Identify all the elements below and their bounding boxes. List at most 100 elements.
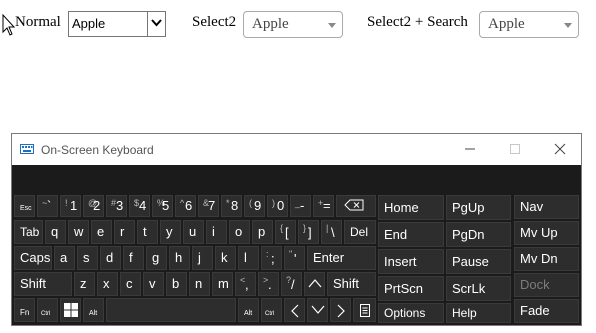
key-pause[interactable]: Pause xyxy=(446,249,511,274)
key-home[interactable]: Home xyxy=(378,195,444,220)
key-pgup[interactable]: PgUp xyxy=(446,195,511,220)
key-c[interactable]: c xyxy=(120,272,141,296)
window-titlebar[interactable]: On-Screen Keyboard xyxy=(12,134,581,165)
key-l[interactable]: l xyxy=(238,246,259,270)
move-up-button[interactable]: Mv Up xyxy=(514,221,579,245)
key-e[interactable]: e xyxy=(91,220,112,244)
key-2[interactable]: @2 xyxy=(83,195,104,217)
key-8[interactable]: * 8 xyxy=(221,195,242,217)
key-6[interactable]: ^ 6 xyxy=(175,195,196,217)
key-y[interactable]: y xyxy=(160,220,181,244)
key-comma[interactable]: <, xyxy=(235,272,256,296)
key-1[interactable]: ! 1 xyxy=(60,195,81,217)
options-button[interactable]: Options xyxy=(378,303,444,323)
key-scrlk[interactable]: ScrLk xyxy=(446,276,511,301)
key-right[interactable] xyxy=(330,298,351,322)
key-label: z xyxy=(80,276,87,291)
key-alt-left[interactable]: Alt xyxy=(83,298,104,322)
key-b[interactable]: b xyxy=(166,272,187,296)
key-space[interactable] xyxy=(106,298,236,322)
move-down-button[interactable]: Mv Dn xyxy=(514,247,579,271)
key-n[interactable]: n xyxy=(189,272,210,296)
key-prtscn[interactable]: PrtScn xyxy=(378,276,444,301)
help-button[interactable]: Help xyxy=(446,303,511,323)
key-5[interactable]: % 5 xyxy=(152,195,173,217)
key-menu[interactable] xyxy=(353,298,376,322)
select2-search-value: Apple xyxy=(488,16,525,32)
key-backslash[interactable]: | \ xyxy=(321,220,342,244)
key-backspace[interactable] xyxy=(336,195,376,217)
key-a[interactable]: a xyxy=(54,246,75,270)
key-d[interactable]: d xyxy=(100,246,121,270)
key-label: s xyxy=(83,250,90,265)
minimize-icon[interactable] xyxy=(461,140,479,158)
key-label: Esc xyxy=(20,205,32,212)
key-semicolon[interactable]: :; xyxy=(261,246,282,270)
key-p[interactable]: p xyxy=(252,220,273,244)
key-windows[interactable] xyxy=(60,298,81,322)
key-i[interactable]: i xyxy=(206,220,227,244)
key-j[interactable]: j xyxy=(192,246,213,270)
key-label: l xyxy=(244,250,247,265)
key-u[interactable]: u xyxy=(183,220,204,244)
key-quote[interactable]: " ' xyxy=(284,246,305,270)
nav-button[interactable]: Nav xyxy=(514,195,579,219)
key-x[interactable]: x xyxy=(97,272,118,296)
key-ctrl-right[interactable]: Ctrl xyxy=(261,298,282,322)
key-caps[interactable]: Caps xyxy=(14,246,52,270)
normal-select[interactable]: Apple xyxy=(68,11,166,37)
key-9[interactable]: (9 xyxy=(244,195,265,217)
key-slash[interactable]: ? / xyxy=(281,272,302,296)
fade-button[interactable]: Fade xyxy=(514,299,579,323)
key-end[interactable]: End xyxy=(378,222,444,247)
key-shift-right[interactable]: Shift xyxy=(327,272,376,296)
key-period[interactable]: >. xyxy=(258,272,279,296)
key-shift-left[interactable]: Shift xyxy=(14,272,72,296)
key-enter[interactable]: Enter xyxy=(307,246,376,270)
key-m[interactable]: m xyxy=(212,272,233,296)
key-z[interactable]: z xyxy=(74,272,95,296)
key-right-bracket[interactable]: }] xyxy=(298,220,319,244)
key-minus[interactable]: _ - xyxy=(290,195,311,217)
key-o[interactable]: o xyxy=(229,220,250,244)
key-h[interactable]: h xyxy=(169,246,190,270)
key-tilde[interactable]: ~ ` xyxy=(37,195,58,217)
key-label: Nav xyxy=(520,199,544,214)
key-left[interactable] xyxy=(284,298,305,322)
key-v[interactable]: v xyxy=(143,272,164,296)
chevron-down-icon[interactable] xyxy=(147,12,165,36)
key-ctrl-left[interactable]: Ctrl xyxy=(37,298,58,322)
dock-button[interactable]: Dock xyxy=(514,273,579,297)
key-insert[interactable]: Insert xyxy=(378,249,444,274)
key-f[interactable]: f xyxy=(123,246,144,270)
key-w[interactable]: w xyxy=(68,220,89,244)
key-up[interactable] xyxy=(304,272,325,296)
key-label: Fade xyxy=(520,303,550,318)
key-4[interactable]: $4 xyxy=(129,195,150,217)
key-7[interactable]: & 7 xyxy=(198,195,219,217)
key-tab[interactable]: Tab xyxy=(14,220,43,244)
select2-dropdown[interactable]: Apple xyxy=(243,11,343,38)
key-esc[interactable]: Esc xyxy=(14,195,35,217)
key-s[interactable]: s xyxy=(77,246,98,270)
key-label: Caps xyxy=(20,250,51,265)
select2-search-dropdown[interactable]: Apple xyxy=(479,11,579,38)
key-del[interactable]: Del xyxy=(344,220,376,244)
key-3[interactable]: #3 xyxy=(106,195,127,217)
key-label: , xyxy=(245,277,249,292)
key-k[interactable]: k xyxy=(215,246,236,270)
maximize-icon[interactable] xyxy=(506,140,524,158)
key-alt-right[interactable]: Alt xyxy=(238,298,259,322)
key-t[interactable]: t xyxy=(137,220,158,244)
key-pgdn[interactable]: PgDn xyxy=(446,222,511,247)
key-r[interactable]: r xyxy=(114,220,135,244)
key-0[interactable]: ) 0 xyxy=(267,195,288,217)
select2-value: Apple xyxy=(252,16,289,32)
key-q[interactable]: q xyxy=(45,220,66,244)
close-icon[interactable] xyxy=(551,140,569,158)
key-left-bracket[interactable]: {[ xyxy=(275,220,296,244)
key-equals[interactable]: + = xyxy=(313,195,334,217)
key-fn[interactable]: Fn xyxy=(14,298,35,322)
key-down[interactable] xyxy=(307,298,328,322)
key-g[interactable]: g xyxy=(146,246,167,270)
